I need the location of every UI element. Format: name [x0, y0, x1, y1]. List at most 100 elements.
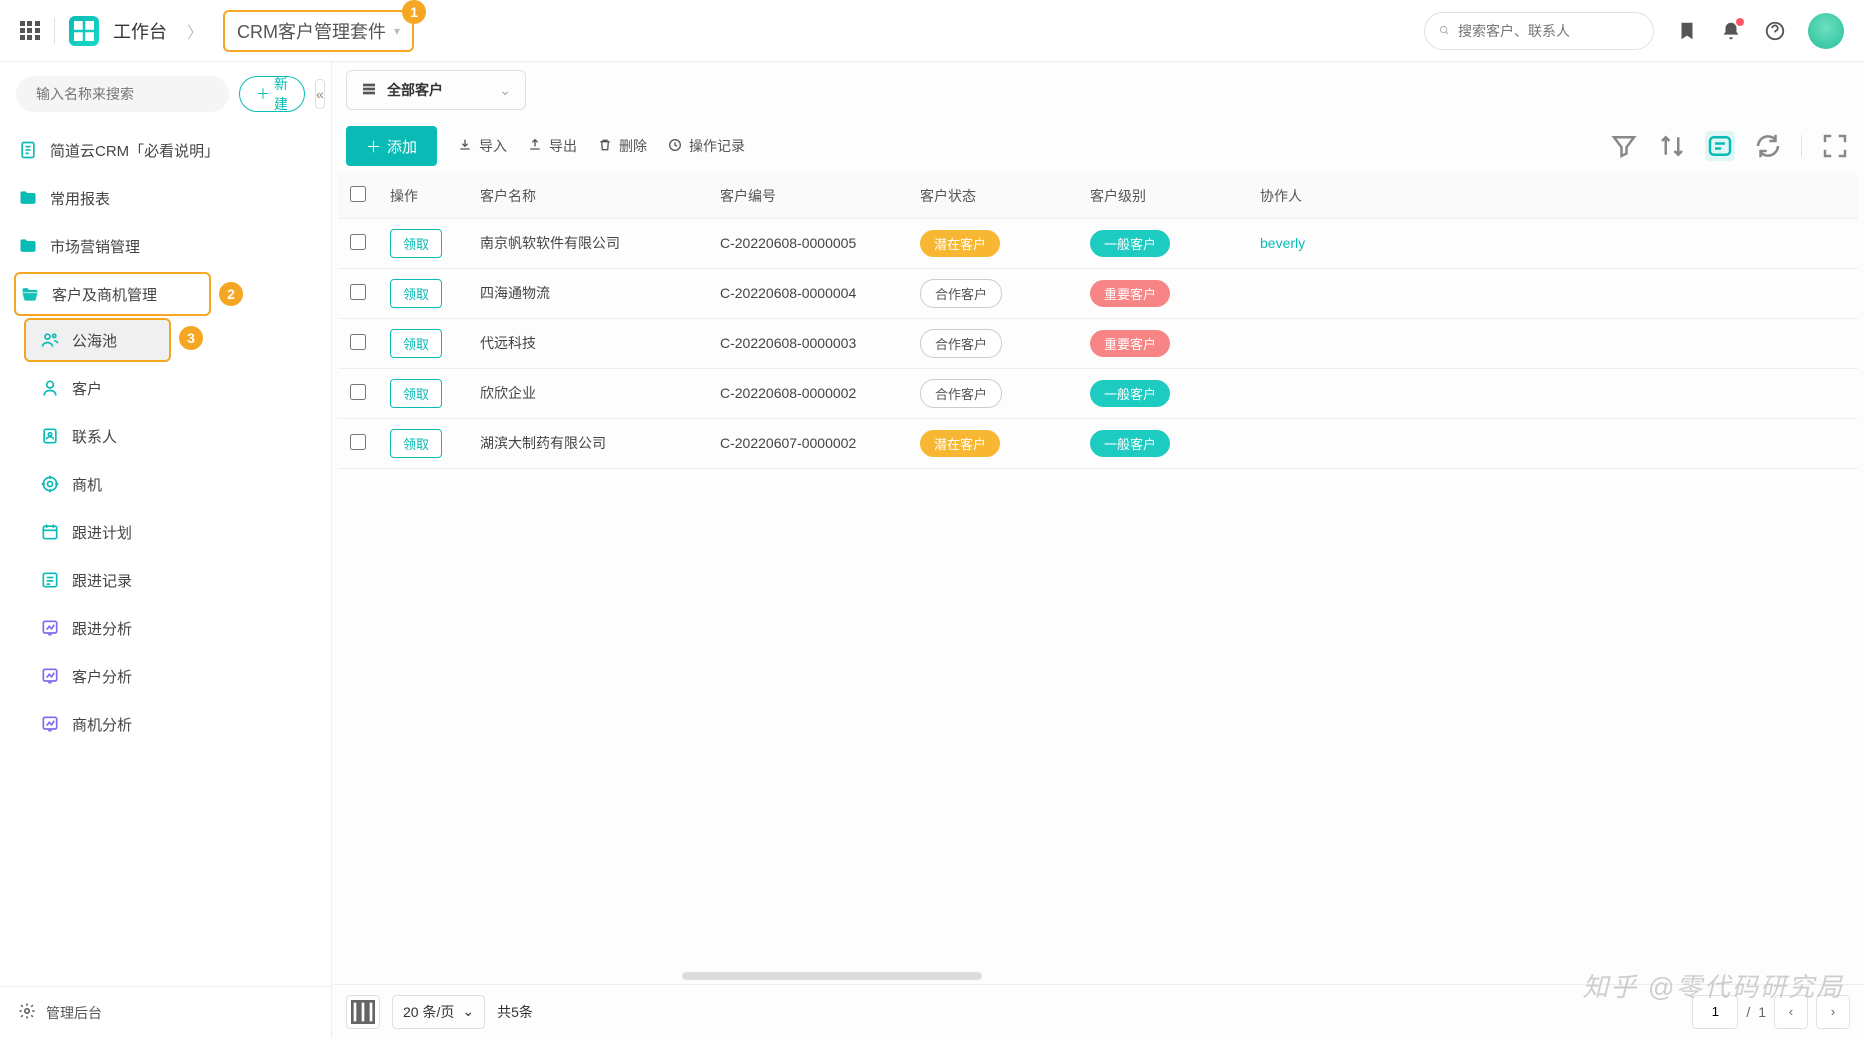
sort-button[interactable]: [1657, 131, 1687, 161]
app-logo-icon[interactable]: [69, 16, 99, 46]
sidebar-top: ＋ 新建 «: [0, 62, 331, 126]
annotation-badge-2: 2: [219, 282, 243, 306]
page-size-label: 20 条/页: [403, 1002, 454, 1022]
folder-icon: [18, 236, 38, 256]
content-header: 全部客户 ⌄: [332, 62, 1864, 118]
horizontal-scrollbar-thumb[interactable]: [682, 972, 982, 980]
fullscreen-button[interactable]: [1820, 131, 1850, 161]
import-button[interactable]: 导入: [457, 136, 507, 156]
view-selector[interactable]: 全部客户 ⌄: [346, 70, 526, 110]
sidebar-item-crm-doc[interactable]: 简道云CRM「必看说明」: [0, 126, 331, 174]
header-name[interactable]: 客户名称: [468, 174, 708, 218]
row-checkbox[interactable]: [350, 384, 366, 400]
sidebar-item-followup-record[interactable]: 跟进记录: [0, 556, 331, 604]
workspace-title[interactable]: 工作台: [113, 18, 167, 44]
list-icon: [40, 570, 60, 590]
add-button[interactable]: ＋ 添加: [346, 126, 437, 166]
sidebar-item-public-pool[interactable]: 公海池 3: [24, 318, 171, 362]
row-checkbox[interactable]: [350, 434, 366, 450]
chevron-down-icon: ⌄: [499, 82, 511, 99]
cell-code: C-20220607-0000002: [708, 418, 908, 468]
cell-code: C-20220608-0000002: [708, 368, 908, 418]
header-action: 操作: [378, 174, 468, 218]
table-icon: [361, 81, 377, 100]
header-status[interactable]: 客户状态: [908, 174, 1078, 218]
sidebar: ＋ 新建 « 简道云CRM「必看说明」 常用报表: [0, 62, 332, 1038]
sidebar-item-opportunity-analysis[interactable]: 商机分析: [0, 700, 331, 748]
annotation-badge-3: 3: [179, 326, 203, 350]
sidebar-item-label: 商机分析: [72, 714, 132, 735]
bookmark-icon[interactable]: [1676, 20, 1698, 42]
row-checkbox[interactable]: [350, 284, 366, 300]
claim-button[interactable]: 领取: [390, 429, 442, 458]
crm-app-dropdown[interactable]: CRM客户管理套件 ▾ 1: [223, 10, 414, 52]
sidebar-item-opportunity[interactable]: 商机: [0, 460, 331, 508]
sidebar-item-followup-analysis[interactable]: 跟进分析: [0, 604, 331, 652]
level-tag: 一般客户: [1090, 380, 1170, 407]
table-row[interactable]: 领取 欣欣企业 C-20220608-0000002 合作客户 一般客户: [338, 368, 1858, 418]
table-wrap: 操作 客户名称 客户编号 客户状态 客户级别 协作人 领取 南京帆软软件有限公司…: [332, 174, 1864, 984]
claim-button[interactable]: 领取: [390, 229, 442, 258]
page-input[interactable]: [1692, 995, 1738, 1029]
sidebar-item-customer-mgmt[interactable]: 客户及商机管理 2: [14, 272, 211, 316]
header-code[interactable]: 客户编号: [708, 174, 908, 218]
target-icon: [40, 474, 60, 494]
table-row[interactable]: 领取 四海通物流 C-20220608-0000004 合作客户 重要客户: [338, 268, 1858, 318]
toolbar-right: [1609, 131, 1850, 161]
sidebar-collapse-button[interactable]: «: [315, 79, 325, 109]
sidebar-footer-admin[interactable]: 管理后台: [0, 986, 331, 1038]
user-avatar[interactable]: [1808, 13, 1844, 49]
new-button[interactable]: ＋ 新建: [239, 76, 305, 112]
claim-button[interactable]: 领取: [390, 279, 442, 308]
sidebar-item-marketing[interactable]: 市场营销管理: [0, 222, 331, 270]
sidebar-search[interactable]: [16, 76, 229, 112]
person-icon: [40, 378, 60, 398]
history-button[interactable]: 操作记录: [667, 136, 745, 156]
status-tag: 合作客户: [920, 329, 1002, 358]
notification-bell-icon[interactable]: [1720, 20, 1742, 42]
apps-grid-icon[interactable]: [20, 21, 40, 41]
sidebar-item-customer[interactable]: 客户: [0, 364, 331, 412]
card-view-button[interactable]: [1705, 131, 1735, 161]
folder-open-icon: [20, 284, 40, 304]
table-row[interactable]: 领取 湖滨大制药有限公司 C-20220607-0000002 潜在客户 一般客…: [338, 418, 1858, 468]
document-icon: [18, 140, 38, 160]
calendar-icon: [40, 522, 60, 542]
claim-button[interactable]: 领取: [390, 379, 442, 408]
admin-label: 管理后台: [46, 1003, 102, 1023]
select-all-checkbox[interactable]: [350, 186, 366, 202]
help-icon[interactable]: [1764, 20, 1786, 42]
public-pool-icon: [40, 330, 60, 350]
column-settings-button[interactable]: [346, 995, 380, 1029]
page-size-select[interactable]: 20 条/页 ⌄: [392, 995, 485, 1029]
table-row[interactable]: 领取 南京帆软软件有限公司 C-20220608-0000005 潜在客户 一般…: [338, 218, 1858, 268]
global-search[interactable]: [1424, 12, 1654, 50]
row-checkbox[interactable]: [350, 234, 366, 250]
table-header-row: 操作 客户名称 客户编号 客户状态 客户级别 协作人: [338, 174, 1858, 218]
header-level[interactable]: 客户级别: [1078, 174, 1248, 218]
sidebar-search-input[interactable]: [36, 86, 217, 102]
global-search-input[interactable]: [1458, 23, 1639, 39]
sidebar-item-followup-plan[interactable]: 跟进计划: [0, 508, 331, 556]
status-tag: 合作客户: [920, 279, 1002, 308]
next-page-button[interactable]: ›: [1816, 995, 1850, 1029]
collaborator-link[interactable]: beverly: [1260, 235, 1305, 251]
header-collaborator[interactable]: 协作人: [1248, 174, 1858, 218]
sidebar-item-contact[interactable]: 联系人: [0, 412, 331, 460]
sidebar-item-customer-analysis[interactable]: 客户分析: [0, 652, 331, 700]
crm-app-label: CRM客户管理套件: [237, 18, 386, 44]
claim-button[interactable]: 领取: [390, 329, 442, 358]
header-checkbox[interactable]: [338, 174, 378, 218]
sidebar-item-reports[interactable]: 常用报表: [0, 174, 331, 222]
delete-button[interactable]: 删除: [597, 136, 647, 156]
table-row[interactable]: 领取 代远科技 C-20220608-0000003 合作客户 重要客户: [338, 318, 1858, 368]
row-checkbox[interactable]: [350, 334, 366, 350]
filter-button[interactable]: [1609, 131, 1639, 161]
notification-dot-icon: [1736, 18, 1744, 26]
folder-icon: [18, 188, 38, 208]
prev-page-button[interactable]: ‹: [1774, 995, 1808, 1029]
export-button[interactable]: 导出: [527, 136, 577, 156]
add-label: 添加: [387, 136, 417, 157]
refresh-button[interactable]: [1753, 131, 1783, 161]
sidebar-item-label: 跟进记录: [72, 570, 132, 591]
